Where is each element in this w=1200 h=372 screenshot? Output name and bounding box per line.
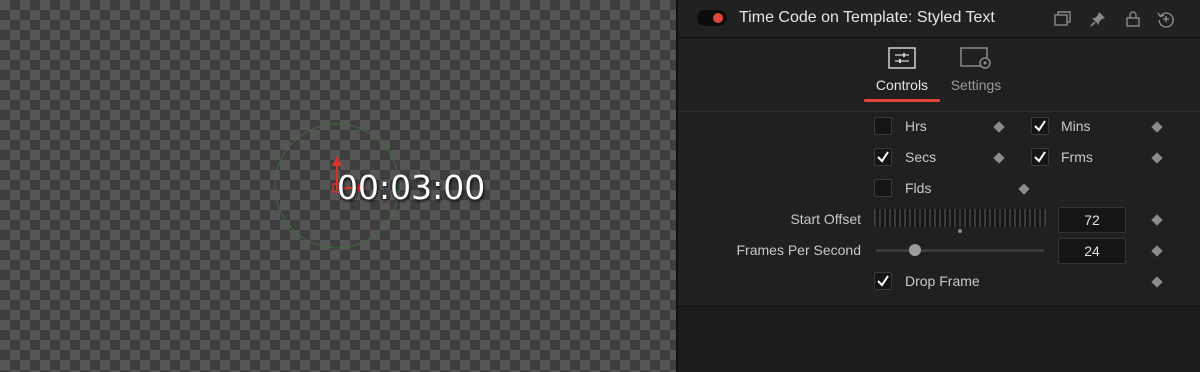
inspector-panel: Time Code on Template: Styled Text Contr… xyxy=(676,0,1200,372)
fps-label: Frames Per Second xyxy=(736,242,862,258)
fps-slider-thumb[interactable] xyxy=(909,244,921,256)
frms-keyframe-icon[interactable] xyxy=(1151,152,1163,164)
divider xyxy=(678,111,1200,112)
toggle-indicator xyxy=(713,13,723,23)
window-icon[interactable] xyxy=(1052,9,1072,29)
tab-settings[interactable]: Settings xyxy=(936,39,1016,103)
inspector-empty-area xyxy=(678,307,1200,372)
settings-gear-icon xyxy=(960,47,991,69)
start-offset-default-marker xyxy=(958,229,962,233)
viewer-canvas[interactable]: 00:03:00 xyxy=(0,0,676,372)
hrs-label: Hrs xyxy=(905,118,927,134)
checkmark-icon xyxy=(1034,151,1046,163)
fps-keyframe-icon[interactable] xyxy=(1151,245,1163,257)
active-tab-indicator xyxy=(864,99,940,102)
inspector-header: Time Code on Template: Styled Text xyxy=(678,0,1200,38)
checkmark-icon xyxy=(1034,120,1046,132)
timecode-text: 00:03:00 xyxy=(337,168,486,207)
sliders-icon xyxy=(888,47,916,69)
mins-keyframe-icon[interactable] xyxy=(1151,121,1163,133)
secs-keyframe-icon[interactable] xyxy=(993,152,1005,164)
secs-checkbox[interactable] xyxy=(874,148,892,166)
tab-controls[interactable]: Controls xyxy=(862,39,942,103)
reset-icon[interactable] xyxy=(1156,9,1176,29)
flds-checkbox[interactable] xyxy=(874,179,892,197)
lock-icon[interactable] xyxy=(1123,9,1143,29)
drop-frame-checkbox[interactable] xyxy=(874,272,892,290)
start-offset-keyframe-icon[interactable] xyxy=(1151,214,1163,226)
frms-label: Frms xyxy=(1061,149,1093,165)
hrs-keyframe-icon[interactable] xyxy=(993,121,1005,133)
tab-settings-label: Settings xyxy=(950,77,1002,93)
start-offset-thumbwheel[interactable] xyxy=(874,209,1046,227)
secs-label: Secs xyxy=(905,149,937,165)
node-enable-toggle[interactable] xyxy=(697,10,727,26)
checkmark-icon xyxy=(877,275,889,287)
mins-label: Mins xyxy=(1061,118,1091,134)
flds-label: Flds xyxy=(905,180,932,196)
tab-controls-label: Controls xyxy=(875,77,929,93)
hrs-checkbox[interactable] xyxy=(874,117,892,135)
drop-frame-keyframe-icon[interactable] xyxy=(1151,276,1163,288)
mins-checkbox[interactable] xyxy=(1031,117,1049,135)
pin-icon[interactable] xyxy=(1088,9,1108,29)
start-offset-label: Start Offset xyxy=(790,211,861,227)
frms-checkbox[interactable] xyxy=(1031,148,1049,166)
checkmark-icon xyxy=(877,151,889,163)
y-axis-arrow-icon[interactable] xyxy=(332,156,342,166)
start-offset-input[interactable]: 72 xyxy=(1058,207,1126,233)
fps-input[interactable]: 24 xyxy=(1058,238,1126,264)
inspector-tabs: Controls Settings xyxy=(678,39,1200,103)
inspector-title: Time Code on Template: Styled Text xyxy=(739,9,995,26)
fps-slider-track[interactable] xyxy=(876,249,1044,252)
drop-frame-label: Drop Frame xyxy=(905,273,980,289)
flds-keyframe-icon[interactable] xyxy=(1018,183,1030,195)
